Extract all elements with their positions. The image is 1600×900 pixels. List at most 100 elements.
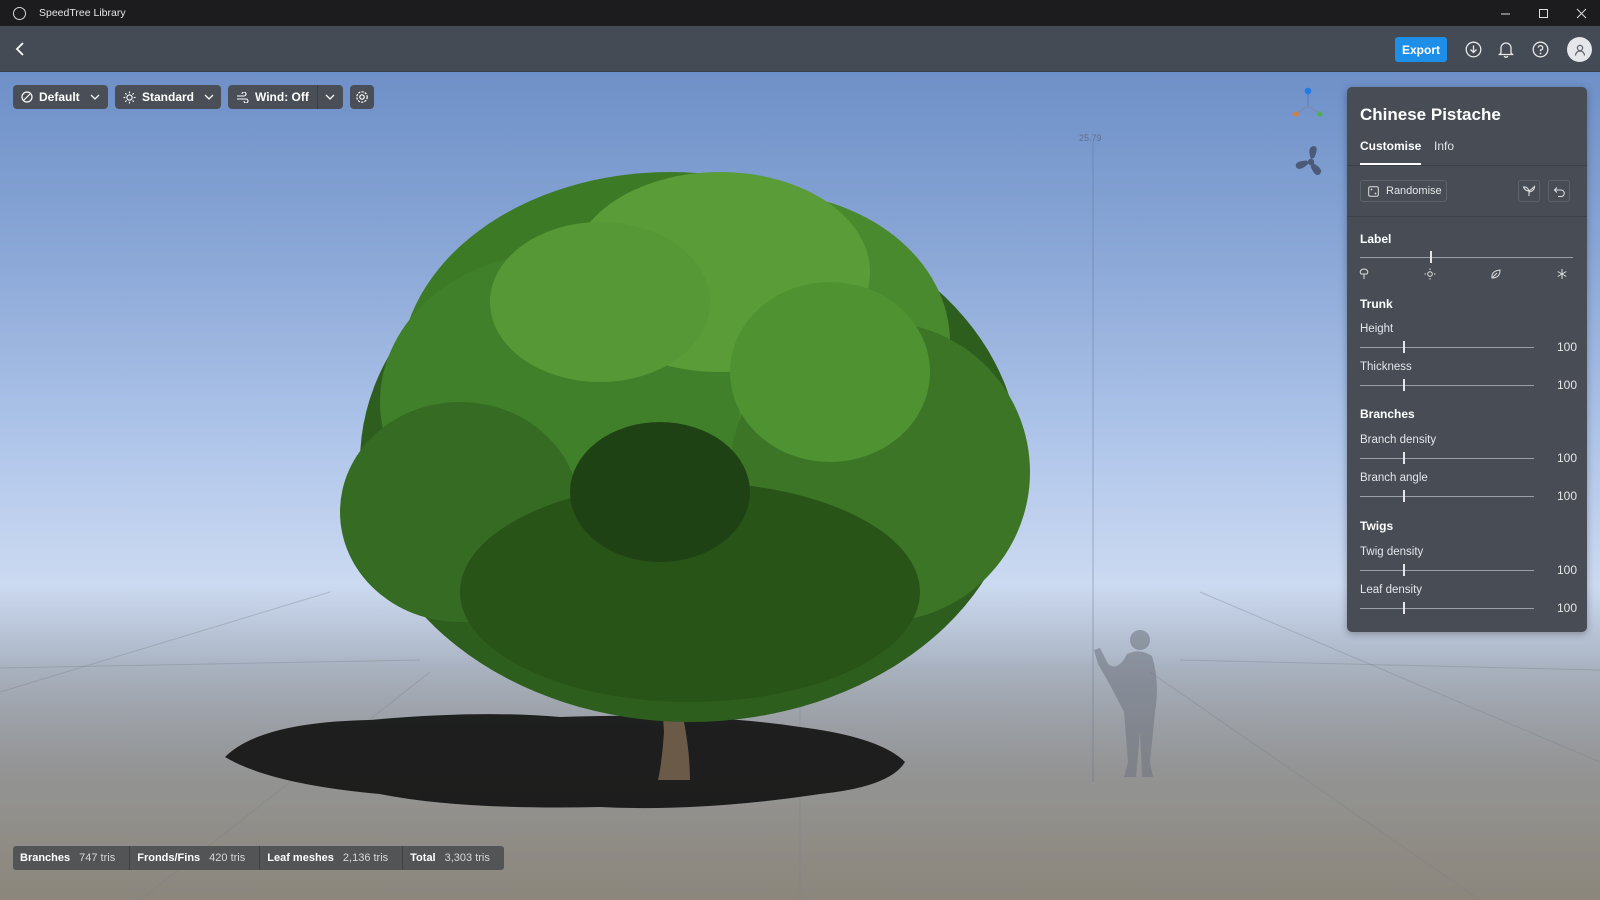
twig-density-slider[interactable] bbox=[1360, 564, 1534, 576]
sprout-icon bbox=[1522, 185, 1536, 196]
user-avatar[interactable] bbox=[1567, 37, 1592, 62]
customise-panel: Chinese Pistache Customise Info Randomis… bbox=[1347, 87, 1587, 632]
leaf-density-slider[interactable] bbox=[1360, 602, 1534, 614]
download-button[interactable] bbox=[1463, 39, 1483, 59]
stat-leaf-meshes: Leaf meshes 2,136 tris bbox=[260, 852, 402, 864]
lighting-label: Standard bbox=[142, 90, 195, 104]
notifications-button[interactable] bbox=[1496, 39, 1516, 59]
undo-icon bbox=[1553, 186, 1565, 197]
wind-control: Wind: Off bbox=[228, 85, 343, 109]
minimize-icon bbox=[1500, 13, 1510, 14]
branch-density-label: Branch density bbox=[1360, 434, 1437, 446]
divider bbox=[1347, 216, 1587, 217]
stat-branches: Branches 747 tris bbox=[13, 852, 129, 864]
tab-customise[interactable]: Customise bbox=[1360, 139, 1421, 153]
tab-info[interactable]: Info bbox=[1434, 139, 1454, 153]
randomise-label: Randomise bbox=[1386, 185, 1442, 197]
close-button[interactable] bbox=[1562, 0, 1600, 26]
dice-icon bbox=[1368, 185, 1379, 197]
lighting-mode-dropdown[interactable]: Standard bbox=[115, 85, 221, 109]
chevron-down-icon bbox=[90, 94, 100, 100]
height-value: 100 bbox=[1556, 340, 1577, 354]
chevron-left-icon bbox=[15, 42, 24, 56]
branch-density-value: 100 bbox=[1556, 451, 1577, 465]
wind-options-chevron-icon[interactable] bbox=[325, 94, 335, 100]
twig-density-label: Twig density bbox=[1360, 546, 1424, 558]
stat-key: Branches bbox=[20, 852, 71, 864]
maximize-icon bbox=[1538, 8, 1548, 18]
slider-thumb[interactable] bbox=[1403, 564, 1405, 576]
divider bbox=[1347, 165, 1587, 166]
panel-title: Chinese Pistache bbox=[1360, 105, 1501, 124]
leaf-icon[interactable] bbox=[1489, 267, 1503, 281]
slider-thumb[interactable] bbox=[1403, 490, 1405, 502]
triangle-stats-bar: Branches 747 tris Fronds/Fins 420 tris L… bbox=[13, 846, 504, 870]
label-heading: Label bbox=[1360, 232, 1392, 246]
randomise-button[interactable]: Randomise bbox=[1360, 180, 1447, 202]
thickness-label: Thickness bbox=[1360, 361, 1412, 373]
leaf-density-value: 100 bbox=[1556, 601, 1577, 615]
thickness-slider[interactable] bbox=[1360, 379, 1534, 391]
slider-thumb[interactable] bbox=[1403, 602, 1405, 614]
divider bbox=[316, 85, 318, 109]
maximize-button[interactable] bbox=[1524, 0, 1562, 26]
help-icon bbox=[1532, 41, 1548, 57]
seed-button[interactable] bbox=[1518, 180, 1540, 202]
app-logo-icon bbox=[13, 6, 26, 20]
bell-icon bbox=[1498, 41, 1514, 58]
title-bar: SpeedTree Library bbox=[0, 0, 1600, 26]
sun-icon bbox=[123, 91, 136, 104]
close-icon bbox=[1576, 8, 1586, 18]
human-scale-reference bbox=[1094, 630, 1157, 777]
leaf-density-label: Leaf density bbox=[1360, 584, 1423, 596]
download-icon bbox=[1465, 41, 1481, 57]
snowflake-icon[interactable] bbox=[1555, 267, 1569, 281]
stat-fronds-fins: Fronds/Fins 420 tris bbox=[130, 852, 259, 864]
stat-value: 2,136 tris bbox=[342, 852, 389, 864]
sun-icon[interactable] bbox=[1423, 267, 1437, 281]
tree-shadow bbox=[225, 714, 905, 809]
help-button[interactable] bbox=[1530, 39, 1550, 59]
season-slider[interactable] bbox=[1360, 251, 1573, 263]
stat-value: 747 tris bbox=[79, 852, 116, 864]
height-slider[interactable] bbox=[1360, 341, 1534, 353]
export-button[interactable]: Export bbox=[1395, 37, 1447, 62]
chevron-down-icon bbox=[204, 94, 214, 100]
viewport-settings-button[interactable] bbox=[350, 85, 374, 109]
branch-density-slider[interactable] bbox=[1360, 452, 1534, 464]
user-icon bbox=[1574, 44, 1585, 56]
slider-thumb[interactable] bbox=[1430, 251, 1433, 263]
slider-thumb[interactable] bbox=[1403, 379, 1405, 391]
fan-icon[interactable] bbox=[1293, 144, 1329, 180]
minimize-button[interactable] bbox=[1486, 0, 1524, 26]
shading-label: Default bbox=[39, 90, 80, 104]
axis-gizmo-icon[interactable] bbox=[1288, 86, 1328, 126]
section-heading-twigs: Twigs bbox=[1360, 519, 1394, 533]
header-bar: Export bbox=[0, 26, 1600, 72]
slider-thumb[interactable] bbox=[1403, 452, 1405, 464]
stat-value: 420 tris bbox=[209, 852, 246, 864]
window-controls bbox=[1486, 0, 1600, 26]
tree-icon[interactable] bbox=[1357, 267, 1371, 281]
height-label: Height bbox=[1360, 323, 1394, 335]
twig-density-value: 100 bbox=[1556, 563, 1577, 577]
shading-icon bbox=[21, 91, 33, 103]
reset-button[interactable] bbox=[1548, 180, 1570, 202]
thickness-value: 100 bbox=[1556, 378, 1577, 392]
gear-icon bbox=[356, 91, 368, 103]
height-measure-label: 25.79 bbox=[1079, 133, 1102, 143]
stat-key: Fronds/Fins bbox=[137, 852, 201, 864]
section-heading-branches: Branches bbox=[1360, 407, 1415, 421]
back-button[interactable] bbox=[10, 38, 32, 60]
slider-thumb[interactable] bbox=[1403, 341, 1405, 353]
tree-canopy bbox=[340, 172, 1030, 722]
branch-angle-slider[interactable] bbox=[1360, 490, 1534, 502]
stat-key: Total bbox=[410, 852, 436, 864]
wind-toggle-button[interactable]: Wind: Off bbox=[255, 90, 309, 104]
branch-angle-label: Branch angle bbox=[1360, 472, 1428, 484]
app-title: SpeedTree Library bbox=[39, 7, 126, 19]
shading-mode-dropdown[interactable]: Default bbox=[13, 85, 108, 109]
section-heading-trunk: Trunk bbox=[1360, 297, 1393, 311]
stat-total: Total 3,303 tris bbox=[403, 852, 504, 864]
stat-key: Leaf meshes bbox=[267, 852, 334, 864]
